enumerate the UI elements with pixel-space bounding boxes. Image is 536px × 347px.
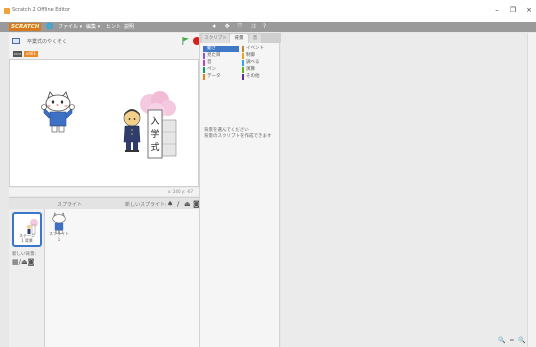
scratch-app-icon	[4, 8, 10, 14]
category-sound[interactable]: 音	[203, 60, 239, 66]
cat-sprite	[41, 91, 75, 133]
small-stage-icon[interactable]: ▭▭	[13, 51, 22, 57]
palette-tabs: スクリプト 背景 音	[200, 33, 281, 43]
sprite-name: スプライト1	[49, 231, 69, 242]
zoom-controls[interactable]: 🔍 = 🔍	[498, 337, 527, 344]
toolbar-icons[interactable]: ⯌ ✥ ⤧ ⤨ ?	[212, 23, 269, 31]
project-title[interactable]: 卒業式のやくそく	[27, 38, 67, 45]
category-events[interactable]: イベント	[242, 46, 278, 52]
category-sensing[interactable]: 調べる	[242, 60, 278, 66]
svg-text:学: 学	[150, 128, 159, 140]
new-backdrop-label: 新しい背景:	[12, 252, 37, 257]
minimize-button[interactable]: –	[492, 6, 502, 14]
tab-sounds[interactable]: 音	[249, 34, 261, 43]
tab-scripts[interactable]: スクリプト	[202, 34, 229, 43]
globe-icon[interactable]: 🌐	[46, 23, 53, 31]
stage-pane: ステージ 1 背景 新しい背景: ▦/⏏◙	[9, 209, 45, 347]
sprite-list: スプライト1	[45, 209, 199, 347]
gate-pillar	[161, 119, 177, 157]
version-row: ▭▭ v461	[9, 49, 199, 59]
tab-backdrops[interactable]: 背景	[230, 34, 248, 43]
menu-tips[interactable]: ヒント	[106, 23, 121, 31]
scratch-logo[interactable]: SCRATCH	[9, 23, 42, 31]
sprites-label: スプライト	[57, 202, 83, 208]
student-sprite	[123, 109, 141, 152]
new-sprite-label: 新しいスプライト:	[125, 202, 167, 208]
green-flag-icon[interactable]	[182, 37, 189, 45]
category-more-blocks[interactable]: その他	[242, 74, 278, 80]
stage-canvas[interactable]: 入 学 式	[9, 59, 199, 187]
scratch-editor-window: Scratch 2 Offline Editor – ❐ × SCRATCH 🌐…	[0, 0, 536, 347]
upload-sprite-icon[interactable]: ⏏	[184, 200, 191, 208]
stage-coordinates: x: 240 y: -67	[9, 188, 199, 196]
maximize-button[interactable]: ❐	[508, 6, 518, 14]
palette-message: 背景を選んでください 背景のスクリプトを作成できます	[204, 128, 272, 139]
title-bar: Scratch 2 Offline Editor – ❐ ×	[0, 0, 536, 22]
scripts-area[interactable]	[281, 33, 527, 347]
stage-thumbnail[interactable]: ステージ 1 背景	[12, 212, 42, 247]
blocks-palette: スクリプト 背景 音 動き 見た目 音 ペン データ イベント 制御 調べる 演…	[199, 33, 281, 347]
svg-text:式: 式	[150, 141, 159, 153]
category-looks[interactable]: 見た目	[203, 53, 239, 59]
menu-edit[interactable]: 編集 ▾	[86, 23, 100, 31]
sprites-header: スプライト 新しいスプライト: ♠ / ⏏ ◙	[9, 197, 200, 209]
category-data[interactable]: データ	[203, 74, 239, 80]
version-badge: v461	[24, 51, 38, 57]
scripts-scrollbar[interactable]	[527, 33, 536, 347]
sprite-thumb[interactable]: スプライト1	[48, 212, 70, 242]
menu-bar: SCRATCH 🌐 ファイル ▾ 編集 ▾ ヒント 説明 ⯌ ✥ ⤧ ⤨ ?	[0, 22, 536, 32]
menu-about[interactable]: 説明	[124, 23, 134, 31]
category-operators[interactable]: 演算	[242, 67, 278, 73]
window-title: Scratch 2 Offline Editor	[12, 7, 71, 13]
stage-header: 卒業式のやくそく	[9, 33, 201, 49]
menu-file[interactable]: ファイル ▾	[58, 23, 82, 31]
stage-thumb-caption: ステージ 1 背景	[19, 233, 35, 243]
presentation-mode-icon[interactable]	[12, 38, 20, 44]
category-pen[interactable]: ペン	[203, 67, 239, 73]
stage-artwork: 入 学 式	[41, 91, 177, 159]
category-control[interactable]: 制御	[242, 53, 278, 59]
choose-sprite-icon[interactable]: ♠	[167, 200, 173, 208]
paint-sprite-icon[interactable]: /	[177, 200, 179, 208]
category-motion[interactable]: 動き	[203, 46, 239, 52]
new-backdrop-icons[interactable]: ▦/⏏◙	[12, 258, 34, 266]
close-button[interactable]: ×	[524, 6, 534, 14]
svg-text:入: 入	[150, 116, 159, 127]
